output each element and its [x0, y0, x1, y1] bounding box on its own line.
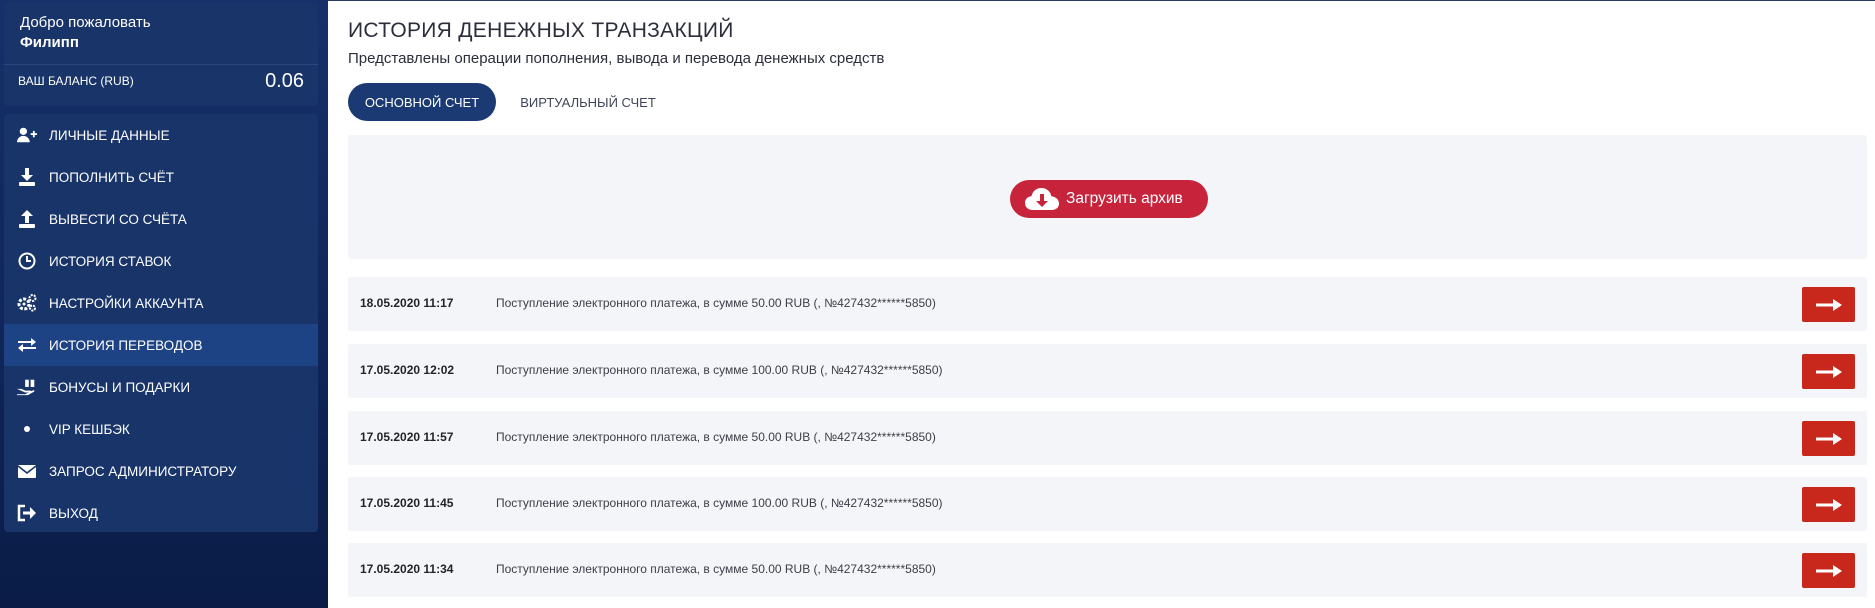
tab-virtual-account[interactable]: ВИРТУАЛЬНЫЙ СЧЕТ: [508, 83, 668, 121]
sign-out-icon: [15, 503, 39, 523]
sidebar-item-bet-history[interactable]: ИСТОРИЯ СТАВОК: [4, 240, 318, 282]
arrow-right-icon: [1815, 564, 1842, 577]
sidebar-item-label: ЗАПРОС АДМИНИСТРАТОРУ: [49, 463, 237, 479]
dot-icon: [15, 419, 39, 439]
sidebar-item-admin-request[interactable]: ЗАПРОС АДМИНИСТРАТОРУ: [4, 450, 318, 492]
clock-icon: [15, 251, 39, 271]
transaction-date: 18.05.2020 11:17: [360, 296, 454, 310]
transaction-description: Поступление электронного платежа, в сумм…: [496, 562, 936, 576]
transaction-row: 17.05.2020 11:34 Поступление электронног…: [348, 543, 1867, 597]
sidebar-item-label: ВЫХОД: [49, 505, 98, 521]
transaction-description: Поступление электронного платежа, в сумм…: [496, 296, 936, 310]
download-archive-button[interactable]: Загрузить архив: [1010, 180, 1208, 218]
transaction-date: 17.05.2020 12:02: [360, 363, 455, 377]
user-plus-icon: [15, 125, 39, 145]
transaction-date: 17.05.2020 11:57: [360, 430, 454, 444]
transaction-description: Поступление электронного платежа, в сумм…: [496, 496, 943, 510]
arrow-right-icon: [1815, 365, 1842, 378]
page-title: ИСТОРИЯ ДЕНЕЖНЫХ ТРАНЗАКЦИЙ: [348, 19, 734, 42]
upload-icon: [15, 209, 39, 229]
transaction-date: 17.05.2020 11:34: [360, 562, 454, 576]
download-archive-label: Загрузить архив: [1066, 190, 1183, 207]
sidebar-item-logout[interactable]: ВЫХОД: [4, 492, 318, 532]
user-name: Филипп: [20, 34, 79, 51]
cloud-download-icon: [1025, 188, 1059, 210]
transaction-description: Поступление электронного платежа, в сумм…: [496, 363, 943, 377]
sidebar-item-label: ИСТОРИЯ ПЕРЕВОДОВ: [49, 337, 203, 353]
sidebar-menu: ЛИЧНЫЕ ДАННЫЕ ПОПОЛНИТЬ СЧЁТ ВЫВЕСТИ СО …: [4, 114, 318, 532]
balance-value: 0.06: [265, 70, 304, 92]
divider: [4, 64, 318, 65]
arrow-right-icon: [1815, 298, 1842, 311]
envelope-icon: [15, 461, 39, 481]
download-icon: [15, 167, 39, 187]
transaction-details-button[interactable]: [1802, 287, 1855, 322]
transaction-description: Поступление электронного платежа, в сумм…: [496, 430, 936, 444]
gears-icon: [15, 293, 39, 313]
sidebar-item-account-settings[interactable]: НАСТРОЙКИ АККАУНТА: [4, 282, 318, 324]
transaction-row: 17.05.2020 12:02 Поступление электронног…: [348, 344, 1867, 398]
sidebar-item-label: БОНУСЫ И ПОДАРКИ: [49, 379, 191, 395]
sidebar-item-label: ВЫВЕСТИ СО СЧЁТА: [49, 211, 187, 227]
welcome-text: Добро пожаловать: [20, 14, 151, 31]
archive-panel: Загрузить архив: [348, 135, 1867, 259]
transaction-row: 18.05.2020 11:17 Поступление электронног…: [348, 277, 1867, 331]
welcome-panel: Добро пожаловать Филипп ВАШ БАЛАНС (RUB)…: [4, 2, 318, 106]
transaction-details-button[interactable]: [1802, 354, 1855, 389]
arrow-right-icon: [1815, 432, 1842, 445]
transaction-date: 17.05.2020 11:45: [360, 496, 454, 510]
balance-label: ВАШ БАЛАНС (RUB): [18, 74, 134, 88]
transaction-row: 17.05.2020 11:45 Поступление электронног…: [348, 477, 1867, 531]
sidebar-item-vip-cashback[interactable]: VIP КЕШБЭК: [4, 408, 318, 450]
gift-hand-icon: [15, 377, 39, 397]
transaction-details-button[interactable]: [1802, 553, 1855, 588]
sidebar: Добро пожаловать Филипп ВАШ БАЛАНС (RUB)…: [0, 0, 328, 608]
sidebar-item-transfer-history[interactable]: ИСТОРИЯ ПЕРЕВОДОВ: [4, 324, 318, 366]
tab-main-account[interactable]: ОСНОВНОЙ СЧЕТ: [348, 83, 496, 121]
transaction-row: 17.05.2020 11:57 Поступление электронног…: [348, 411, 1867, 465]
sidebar-item-bonuses[interactable]: БОНУСЫ И ПОДАРКИ: [4, 366, 318, 408]
sidebar-item-label: ИСТОРИЯ СТАВОК: [49, 253, 172, 269]
sidebar-item-label: ЛИЧНЫЕ ДАННЫЕ: [49, 127, 170, 143]
sidebar-item-withdraw[interactable]: ВЫВЕСТИ СО СЧЁТА: [4, 198, 318, 240]
transaction-details-button[interactable]: [1802, 487, 1855, 522]
sidebar-item-label: НАСТРОЙКИ АККАУНТА: [49, 295, 204, 311]
sidebar-item-label: VIP КЕШБЭК: [49, 421, 130, 437]
transaction-details-button[interactable]: [1802, 421, 1855, 456]
transfer-arrows-icon: [15, 335, 39, 355]
main-content: ИСТОРИЯ ДЕНЕЖНЫХ ТРАНЗАКЦИЙ Представлены…: [328, 0, 1875, 608]
sidebar-item-deposit[interactable]: ПОПОЛНИТЬ СЧЁТ: [4, 156, 318, 198]
arrow-right-icon: [1815, 498, 1842, 511]
sidebar-item-personal-data[interactable]: ЛИЧНЫЕ ДАННЫЕ: [4, 114, 318, 156]
page-subtitle: Представлены операции пополнения, вывода…: [348, 50, 885, 67]
sidebar-item-label: ПОПОЛНИТЬ СЧЁТ: [49, 169, 174, 185]
